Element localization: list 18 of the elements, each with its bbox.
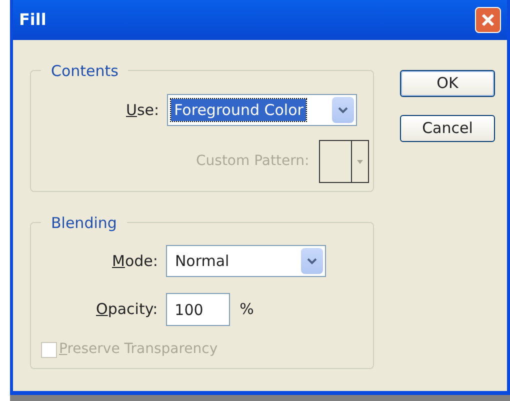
- checkbox-label: Preserve Transparency: [59, 340, 218, 359]
- opacity-input[interactable]: 100: [166, 293, 230, 326]
- pattern-picker[interactable]: [319, 140, 370, 183]
- mode-dropdown[interactable]: Normal: [166, 245, 326, 277]
- dropdown-arrow-icon: [357, 160, 364, 164]
- dialog-button[interactable]: Cancel: [400, 115, 495, 142]
- dialog-button[interactable]: OK: [400, 70, 495, 97]
- field-label: Opacity:: [96, 299, 158, 320]
- unit-label: %: [240, 299, 254, 320]
- close-button[interactable]: [475, 7, 501, 33]
- dropdown-value: Foreground Color: [171, 98, 306, 122]
- use-dropdown[interactable]: Foreground Color: [167, 94, 358, 126]
- window-title: Fill: [19, 9, 46, 31]
- field-label: Use:: [126, 100, 160, 121]
- dropdown-value: Normal: [174, 250, 230, 272]
- field-label: Mode:: [112, 250, 158, 272]
- field-label: Custom Pattern:: [196, 152, 310, 171]
- close-icon: [481, 13, 495, 27]
